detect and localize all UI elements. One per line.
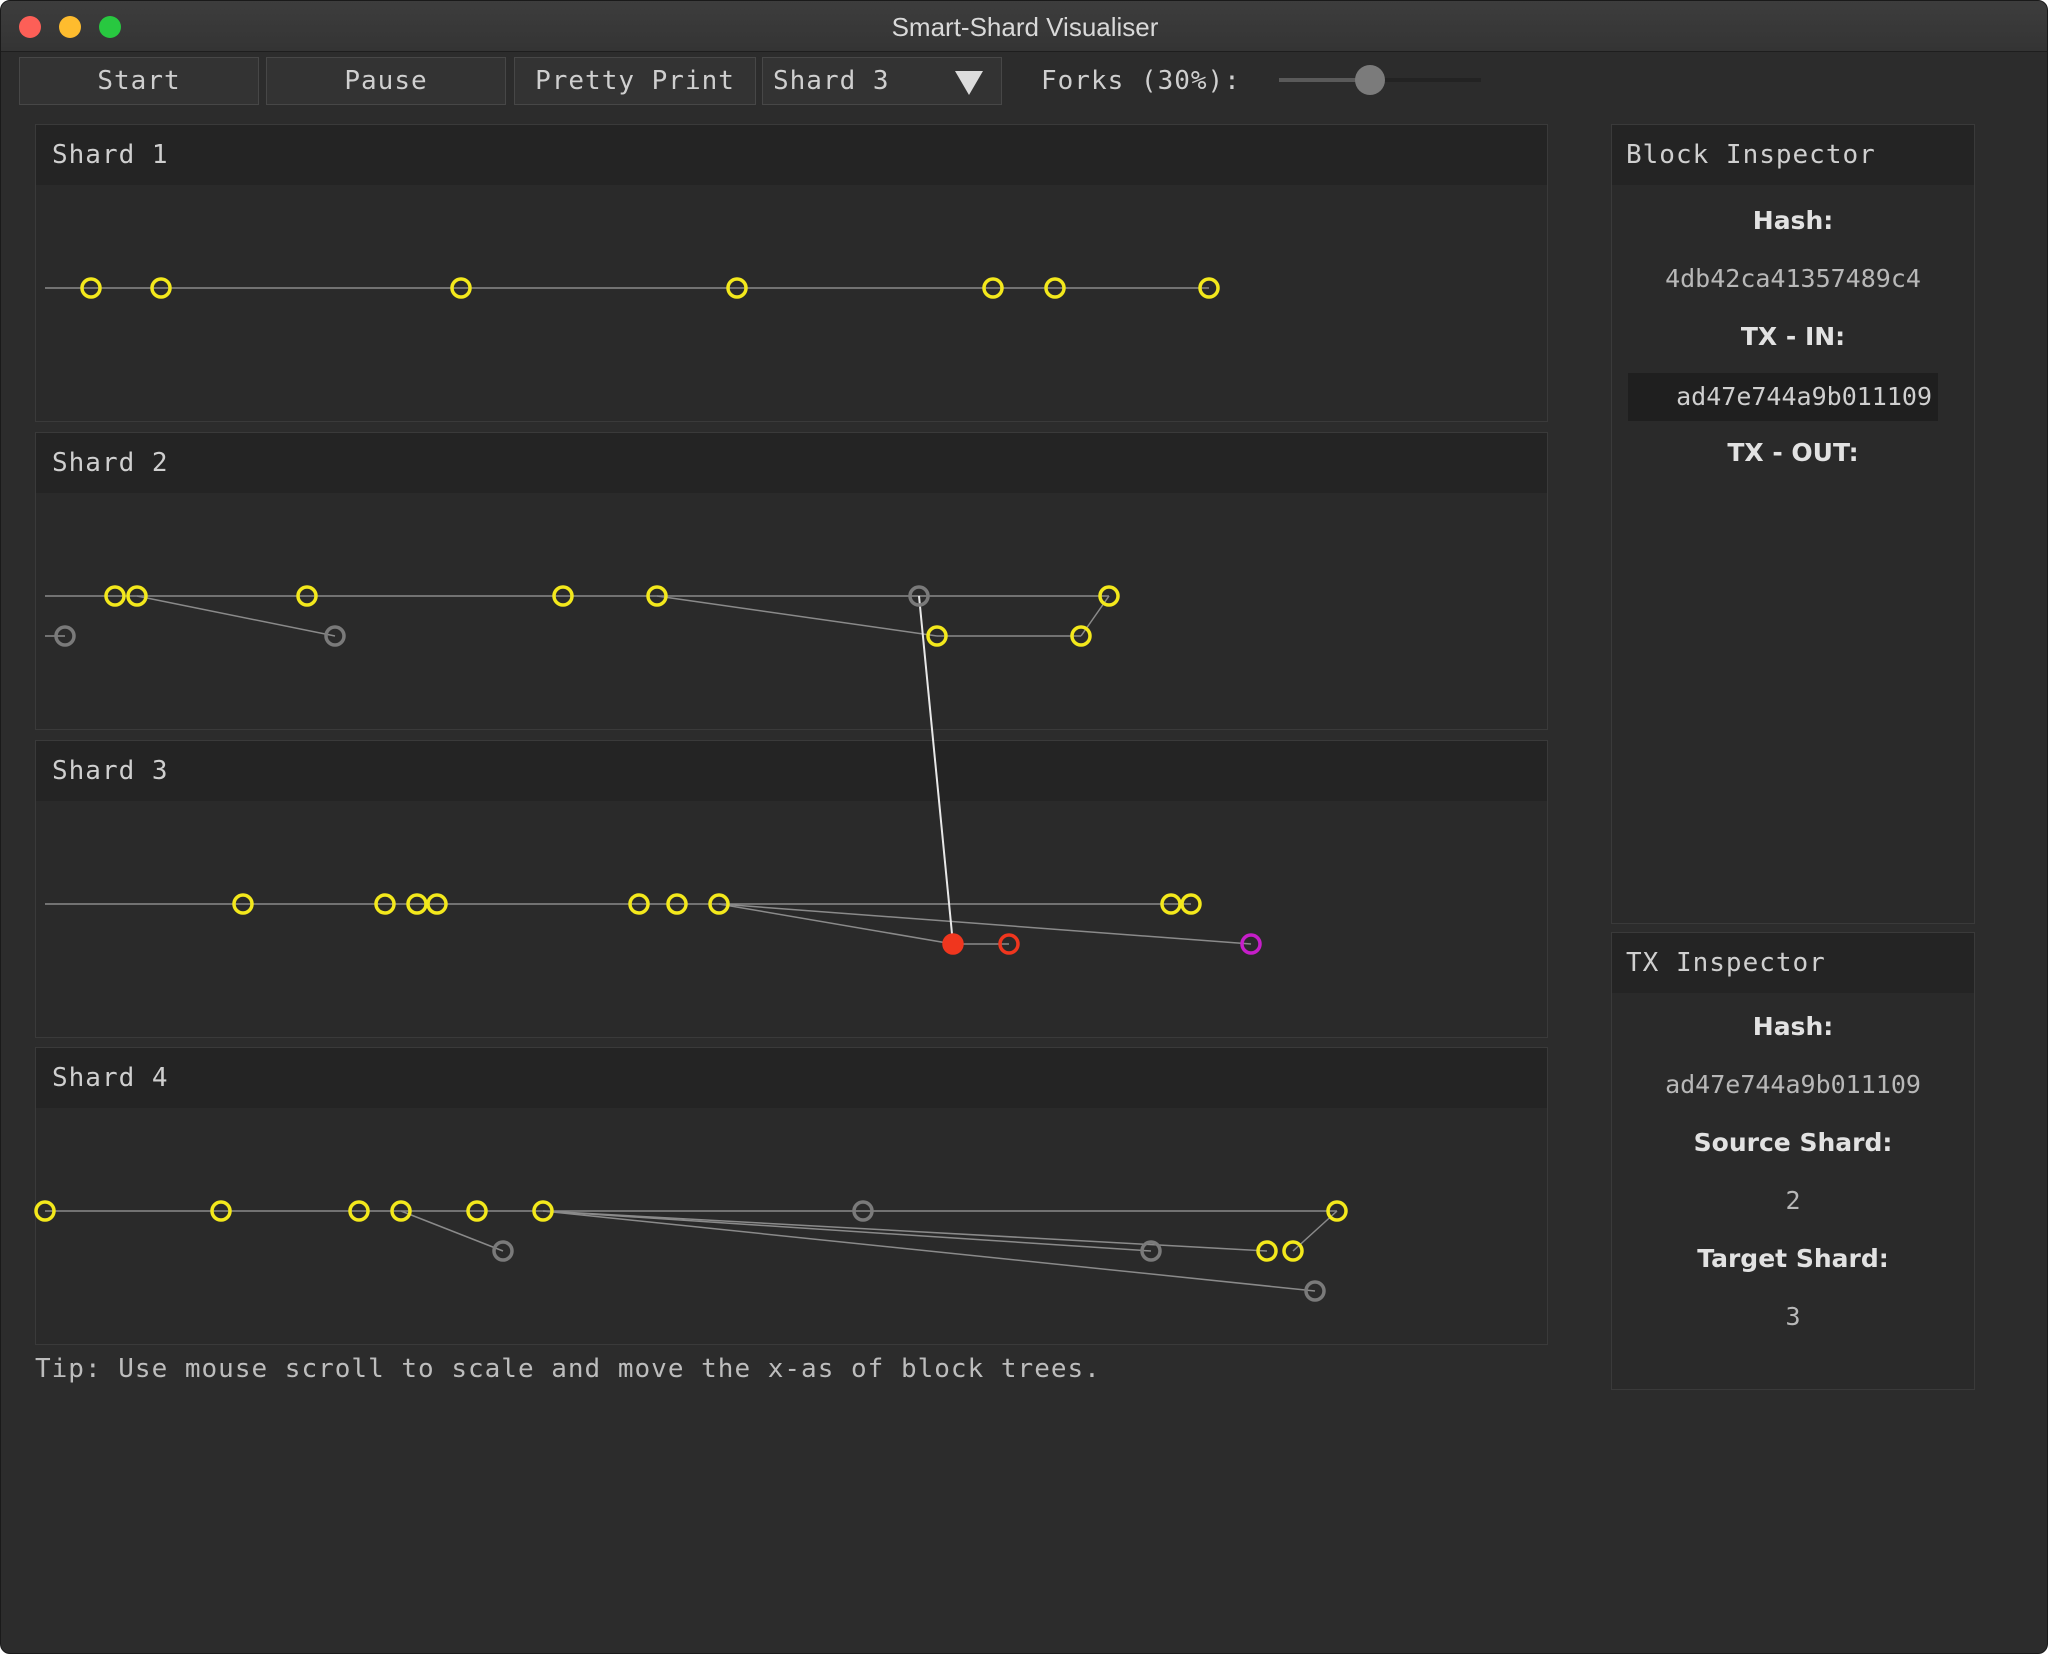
shard-select-value: Shard 3 — [773, 66, 890, 96]
target-shard-value: 3 — [1785, 1302, 1801, 1331]
title-bar: Smart-Shard Visualiser — [1, 1, 2047, 52]
tip-text: Tip: Use mouse scroll to scale and move … — [35, 1354, 1101, 1384]
tx-inspector: TX Inspector Hash: ad47e744a9b011109 Sou… — [1611, 932, 1975, 1390]
shard-panel-3: Shard 3 — [35, 740, 1548, 1038]
block-hash-label: Hash: — [1752, 206, 1834, 235]
chevron-down-icon[interactable] — [955, 71, 983, 95]
shard-panel-2: Shard 2 — [35, 432, 1548, 730]
source-shard-label: Source Shard: — [1693, 1128, 1893, 1157]
block-inspector-title: Block Inspector — [1626, 140, 1876, 170]
app-window: Smart-Shard Visualiser Start Pause Prett… — [0, 0, 2048, 1654]
panel-header: Shard 1 — [36, 125, 1547, 185]
panel-header: Shard 4 — [36, 1048, 1547, 1108]
forks-label: Forks (30%): — [1041, 66, 1241, 96]
tx-inspector-header: TX Inspector — [1612, 933, 1974, 993]
window-title: Smart-Shard Visualiser — [891, 12, 1159, 42]
block-hash-value[interactable]: 4db42ca41357489c4 — [1612, 261, 1974, 297]
shard-title: Shard 4 — [52, 1063, 169, 1093]
block-inspector-header: Block Inspector — [1612, 125, 1974, 185]
tx-inspector-title: TX Inspector — [1626, 948, 1826, 978]
pretty-print-button[interactable]: Pretty Print — [514, 57, 756, 105]
shard-title: Shard 1 — [52, 140, 169, 170]
target-shard-label: Target Shard: — [1697, 1244, 1889, 1273]
tx-out-label: TX - OUT: — [1727, 438, 1859, 467]
tx-in-item[interactable]: ad47e744a9b011109 — [1628, 373, 1938, 421]
pause-button[interactable]: Pause — [266, 57, 506, 105]
block-inspector: Block Inspector Hash: 4db42ca41357489c4 … — [1611, 124, 1975, 924]
start-button[interactable]: Start — [19, 57, 259, 105]
source-shard-value: 2 — [1785, 1186, 1801, 1215]
shard-title: Shard 3 — [52, 756, 169, 786]
shard-select[interactable]: Shard 3 — [762, 57, 1002, 105]
shard-title: Shard 2 — [52, 448, 169, 478]
shard-panel-4: Shard 4 — [35, 1047, 1548, 1345]
shard-panel-1: Shard 1 — [35, 124, 1548, 422]
tx-in-label: TX - IN: — [1740, 322, 1846, 351]
slider-handle[interactable] — [1354, 65, 1385, 95]
forks-slider[interactable] — [1279, 65, 1481, 95]
tx-hash-value[interactable]: ad47e744a9b011109 — [1612, 1067, 1974, 1103]
panel-header: Shard 2 — [36, 433, 1547, 493]
tx-hash-label: Hash: — [1752, 1012, 1834, 1041]
panel-header: Shard 3 — [36, 741, 1547, 801]
